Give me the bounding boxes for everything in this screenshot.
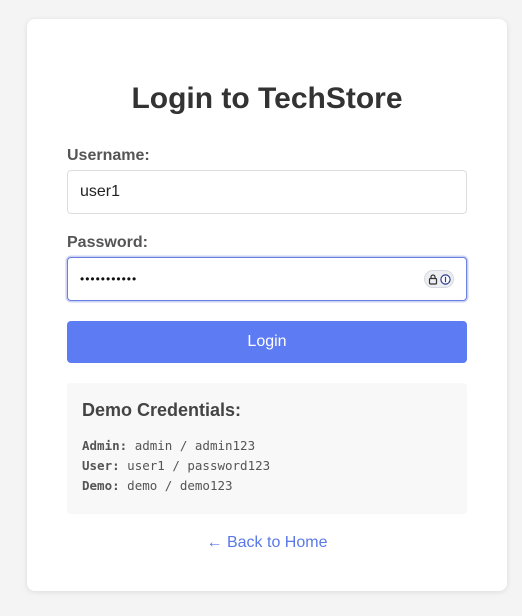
- password-value: •••••••••••: [80, 272, 138, 286]
- credential-role: Admin:: [82, 438, 128, 453]
- username-value: user1: [80, 183, 121, 200]
- back-to-home-link[interactable]: ← Back to Home: [27, 533, 507, 553]
- demo-credentials-title: Demo Credentials:: [82, 400, 242, 420]
- credential-role: User:: [82, 458, 120, 473]
- username-label: Username:: [67, 147, 150, 164]
- credential-admin: Admin: admin / admin123: [82, 438, 255, 454]
- credential-demo: Demo: demo / demo123: [82, 478, 233, 494]
- page-title: Login to TechStore: [131, 82, 403, 115]
- password-manager-icon[interactable]: [424, 270, 454, 288]
- password-label: Password:: [67, 234, 148, 251]
- username-input[interactable]: user1: [67, 170, 467, 214]
- key-circle-icon: [439, 273, 451, 285]
- credential-value: user1 / password123: [127, 458, 271, 473]
- password-input[interactable]: •••••••••••: [67, 257, 467, 301]
- credential-user: User: user1 / password123: [82, 458, 270, 474]
- lock-icon: [428, 273, 437, 285]
- credential-value: admin / admin123: [134, 438, 256, 453]
- credential-role: Demo:: [82, 478, 120, 493]
- login-button[interactable]: Login: [67, 321, 467, 363]
- demo-credentials-box: Demo Credentials: Admin: admin / admin12…: [67, 383, 467, 514]
- credential-value: demo / demo123: [127, 478, 233, 493]
- login-card: Login to TechStore Username: user1 Passw…: [27, 19, 507, 591]
